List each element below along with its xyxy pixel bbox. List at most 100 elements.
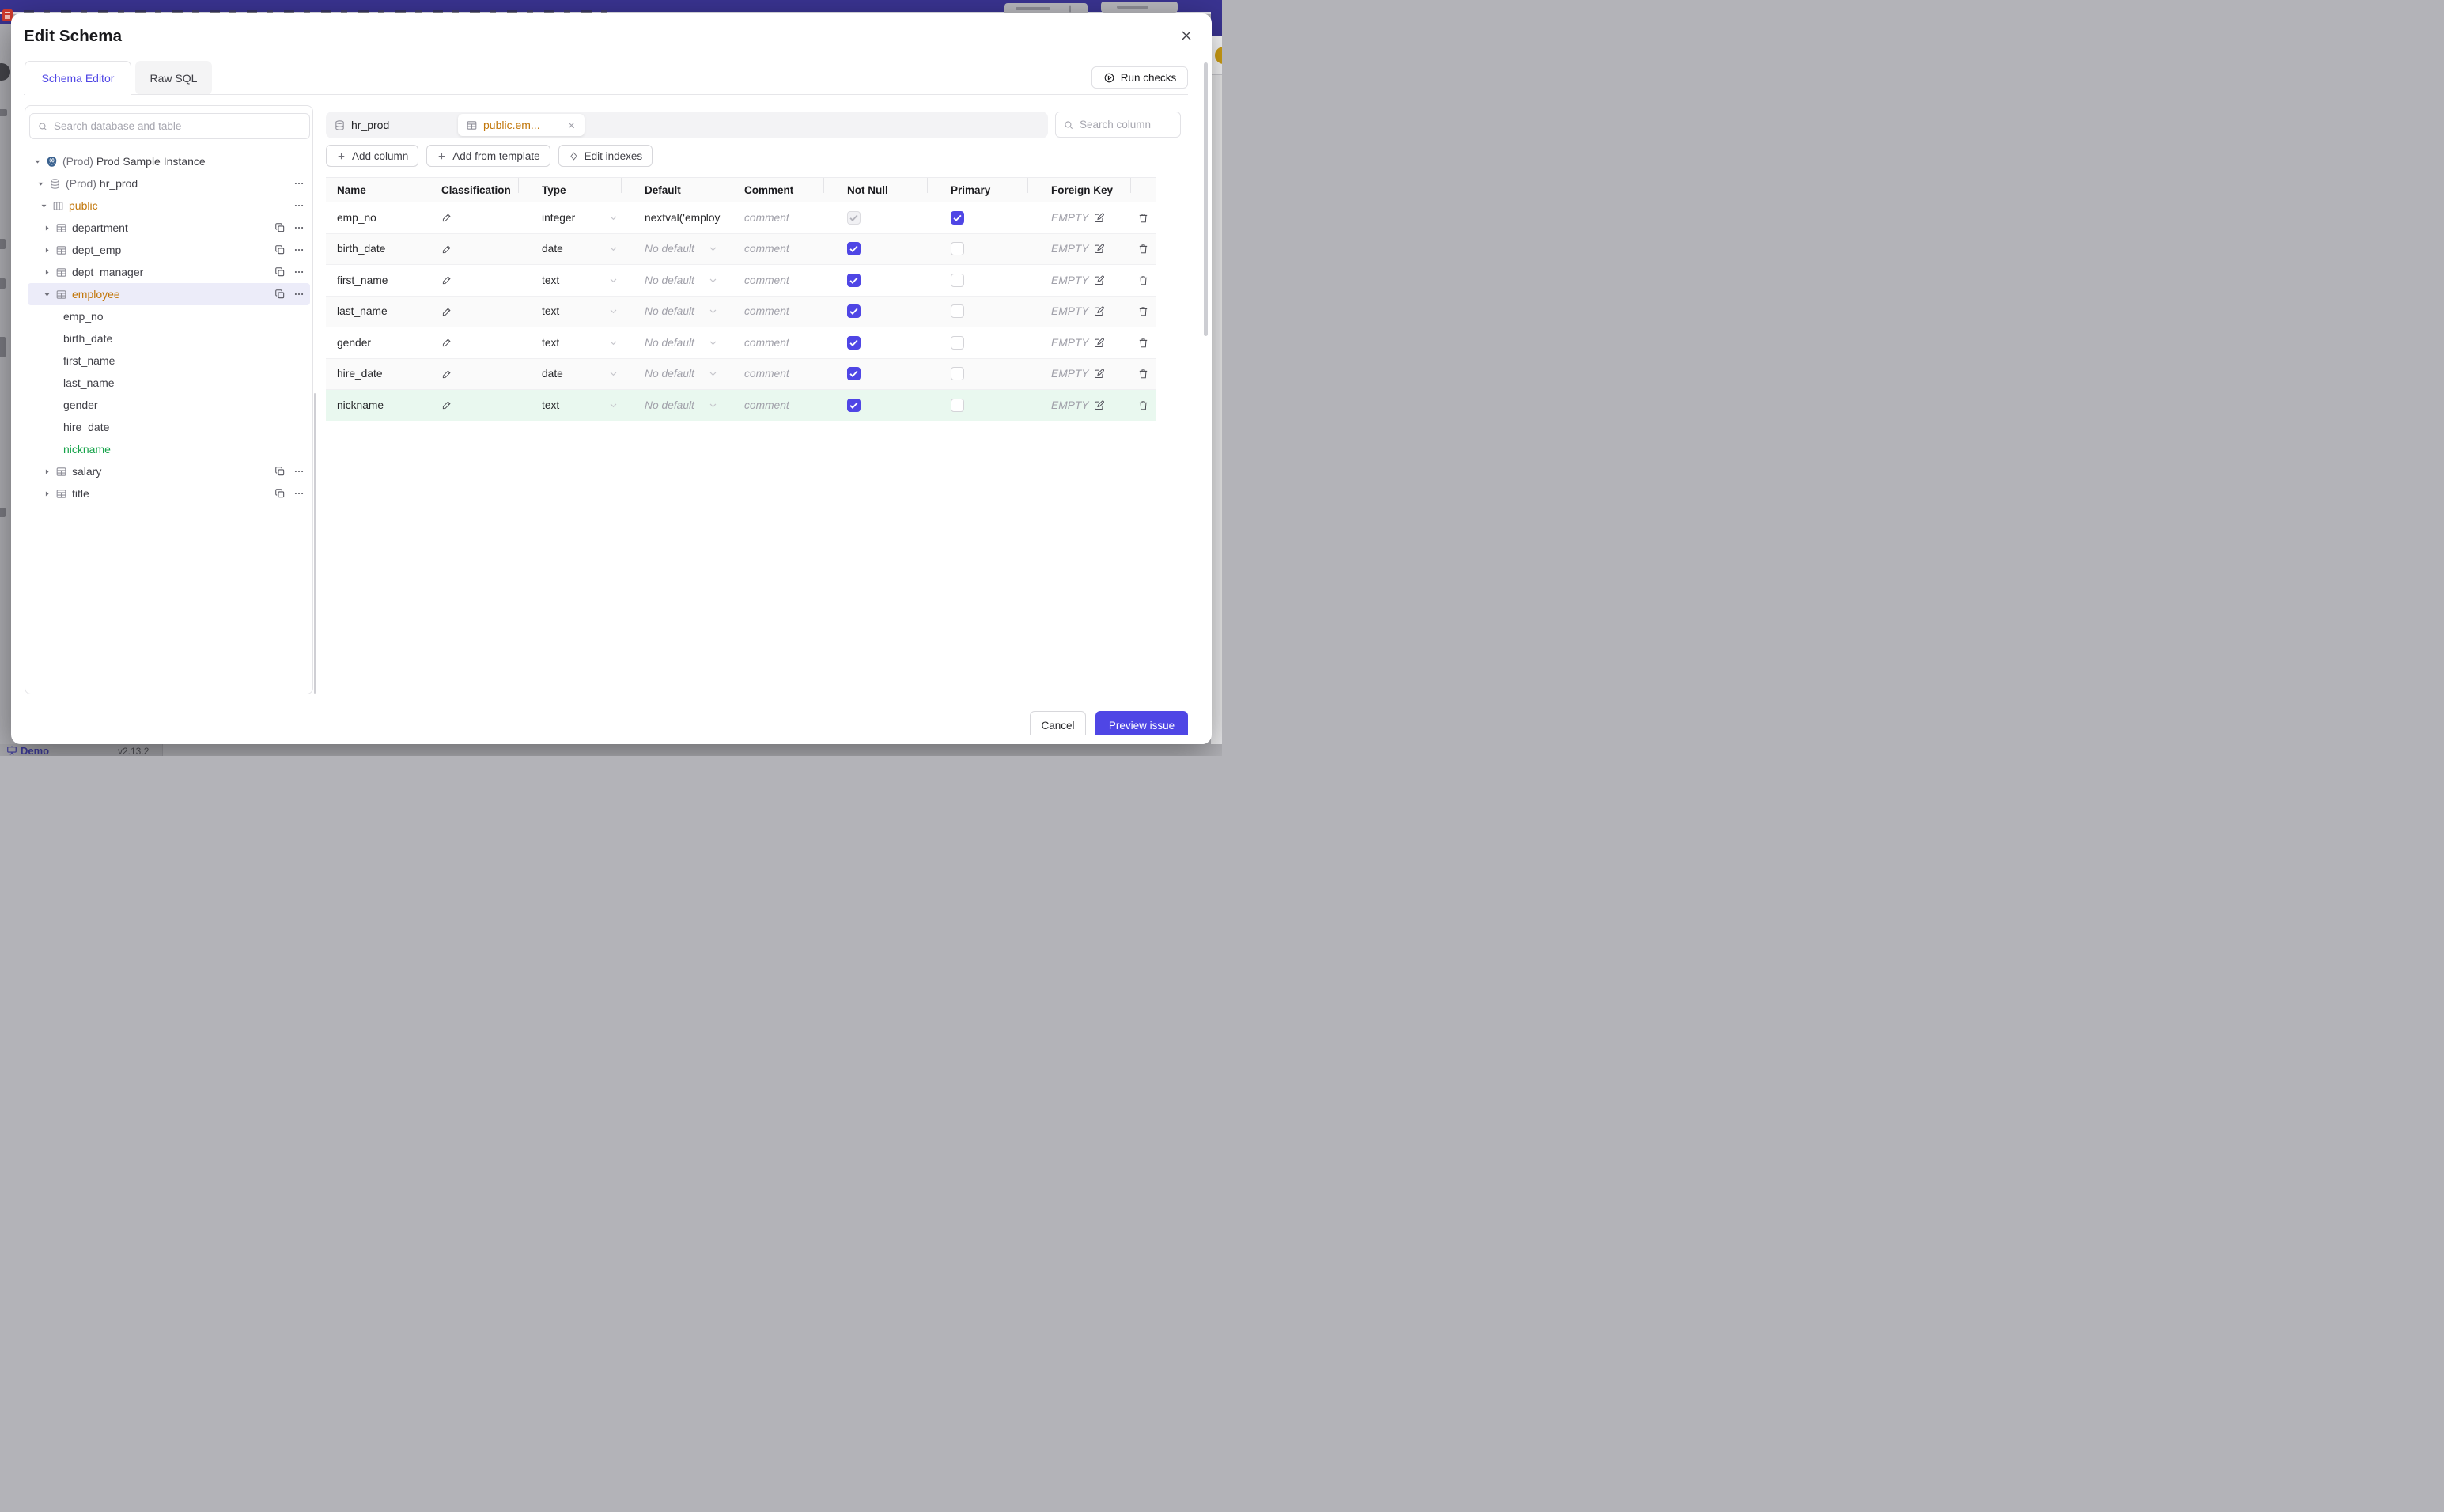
comment-input[interactable]: comment bbox=[721, 337, 823, 349]
not-null-checkbox[interactable] bbox=[847, 273, 861, 287]
caret-right-icon[interactable] bbox=[43, 246, 51, 255]
chevron-down-icon[interactable] bbox=[707, 337, 719, 349]
panel-resize-handle[interactable] bbox=[314, 393, 316, 694]
trash-icon[interactable] bbox=[1137, 305, 1149, 317]
type-select[interactable]: date bbox=[518, 243, 621, 255]
type-select[interactable]: text bbox=[518, 274, 621, 286]
edit-square-icon[interactable] bbox=[1093, 337, 1105, 349]
tree-item-department[interactable]: department bbox=[28, 217, 310, 239]
caret-down-icon[interactable] bbox=[43, 290, 51, 299]
tab-raw-sql[interactable]: Raw SQL bbox=[135, 61, 212, 95]
copy-icon[interactable] bbox=[274, 488, 286, 499]
ellipsis-icon[interactable] bbox=[293, 289, 305, 300]
tab-schema-editor[interactable]: Schema Editor bbox=[25, 61, 131, 95]
add-from-template-button[interactable]: Add from template bbox=[426, 145, 550, 167]
chevron-down-icon[interactable] bbox=[607, 212, 619, 224]
tree-item-employee[interactable]: employee bbox=[28, 283, 310, 305]
chevron-down-icon[interactable] bbox=[607, 274, 619, 286]
default-select[interactable]: No default bbox=[621, 399, 721, 411]
primary-checkbox[interactable] bbox=[951, 242, 964, 256]
caret-right-icon[interactable] bbox=[43, 490, 51, 498]
caret-down-icon[interactable] bbox=[33, 157, 42, 166]
tree-item-public[interactable]: public bbox=[28, 195, 310, 217]
modal-scrollbar-thumb[interactable] bbox=[1204, 62, 1208, 336]
type-select[interactable]: integer bbox=[518, 212, 621, 224]
chip-hr-prod[interactable]: hr_prod bbox=[334, 112, 472, 138]
comment-input[interactable]: comment bbox=[721, 368, 823, 380]
pencil-icon[interactable] bbox=[441, 306, 452, 317]
tree-item-hr_prod[interactable]: (Prod) hr_prod bbox=[28, 172, 310, 195]
edit-square-icon[interactable] bbox=[1093, 368, 1105, 380]
caret-down-icon[interactable] bbox=[36, 180, 45, 188]
tree-item-prod-sample-instance[interactable]: (Prod) Prod Sample Instance bbox=[28, 150, 310, 172]
comment-input[interactable]: comment bbox=[721, 399, 823, 411]
pencil-icon[interactable] bbox=[441, 212, 452, 223]
column-name-cell[interactable]: gender bbox=[326, 337, 418, 349]
not-null-checkbox[interactable] bbox=[847, 335, 861, 350]
caret-right-icon[interactable] bbox=[43, 224, 51, 232]
ellipsis-icon[interactable] bbox=[293, 200, 305, 211]
run-checks-button[interactable]: Run checks bbox=[1091, 66, 1188, 89]
chevron-down-icon[interactable] bbox=[707, 305, 719, 317]
ellipsis-icon[interactable] bbox=[293, 222, 305, 233]
not-null-checkbox[interactable] bbox=[847, 367, 861, 381]
type-select[interactable]: text bbox=[518, 337, 621, 349]
chevron-down-icon[interactable] bbox=[607, 337, 619, 349]
comment-input[interactable]: comment bbox=[721, 212, 823, 224]
default-select[interactable]: No default bbox=[621, 305, 721, 317]
default-select[interactable]: No default bbox=[621, 368, 721, 380]
copy-icon[interactable] bbox=[274, 222, 286, 233]
tree-item-emp_no[interactable]: emp_no bbox=[28, 305, 310, 327]
default-select[interactable]: No default bbox=[621, 243, 721, 255]
pencil-icon[interactable] bbox=[441, 399, 452, 410]
not-null-checkbox[interactable] bbox=[847, 398, 861, 412]
type-select[interactable]: text bbox=[518, 305, 621, 317]
edit-square-icon[interactable] bbox=[1093, 305, 1105, 317]
pencil-icon[interactable] bbox=[441, 274, 452, 285]
tree-item-gender[interactable]: gender bbox=[28, 394, 310, 416]
ellipsis-icon[interactable] bbox=[293, 244, 305, 255]
pencil-icon[interactable] bbox=[441, 369, 452, 380]
tree-item-hire_date[interactable]: hire_date bbox=[28, 416, 310, 438]
default-select[interactable]: nextval('employ bbox=[621, 212, 721, 224]
type-select[interactable]: date bbox=[518, 368, 621, 380]
trash-icon[interactable] bbox=[1137, 212, 1149, 224]
add-column-button[interactable]: Add column bbox=[326, 145, 419, 167]
comment-input[interactable]: comment bbox=[721, 243, 823, 255]
tree-item-dept_manager[interactable]: dept_manager bbox=[28, 261, 310, 283]
primary-checkbox[interactable] bbox=[951, 335, 964, 350]
chevron-down-icon[interactable] bbox=[607, 243, 619, 255]
tree-item-first_name[interactable]: first_name bbox=[28, 350, 310, 372]
trash-icon[interactable] bbox=[1137, 243, 1149, 255]
edit-indexes-button[interactable]: Edit indexes bbox=[558, 145, 653, 167]
trash-icon[interactable] bbox=[1137, 274, 1149, 286]
close-icon[interactable] bbox=[1178, 28, 1194, 43]
column-name-cell[interactable]: last_name bbox=[326, 305, 418, 317]
ellipsis-icon[interactable] bbox=[293, 178, 305, 189]
chevron-down-icon[interactable] bbox=[707, 368, 719, 380]
chevron-down-icon[interactable] bbox=[607, 305, 619, 317]
ellipsis-icon[interactable] bbox=[293, 466, 305, 477]
trash-icon[interactable] bbox=[1137, 337, 1149, 349]
chevron-down-icon[interactable] bbox=[607, 399, 619, 411]
chevron-down-icon[interactable] bbox=[707, 243, 719, 255]
primary-checkbox[interactable] bbox=[951, 398, 964, 412]
tree-search-input[interactable] bbox=[54, 120, 302, 132]
copy-icon[interactable] bbox=[274, 466, 286, 477]
trash-icon[interactable] bbox=[1137, 399, 1149, 411]
primary-checkbox[interactable] bbox=[951, 210, 964, 225]
primary-checkbox[interactable] bbox=[951, 273, 964, 287]
chip-public-employee[interactable]: public.em... bbox=[458, 114, 585, 136]
tree-item-last_name[interactable]: last_name bbox=[28, 372, 310, 394]
column-name-cell[interactable]: hire_date bbox=[326, 368, 418, 380]
caret-right-icon[interactable] bbox=[43, 467, 51, 476]
column-name-cell[interactable]: first_name bbox=[326, 274, 418, 286]
primary-checkbox[interactable] bbox=[951, 367, 964, 381]
tree-item-nickname[interactable]: nickname bbox=[28, 438, 310, 460]
chevron-down-icon[interactable] bbox=[707, 274, 719, 286]
close-icon[interactable] bbox=[566, 120, 577, 130]
edit-square-icon[interactable] bbox=[1093, 212, 1105, 224]
pencil-icon[interactable] bbox=[441, 337, 452, 348]
not-null-checkbox[interactable] bbox=[847, 242, 861, 256]
column-name-cell[interactable]: birth_date bbox=[326, 243, 418, 255]
